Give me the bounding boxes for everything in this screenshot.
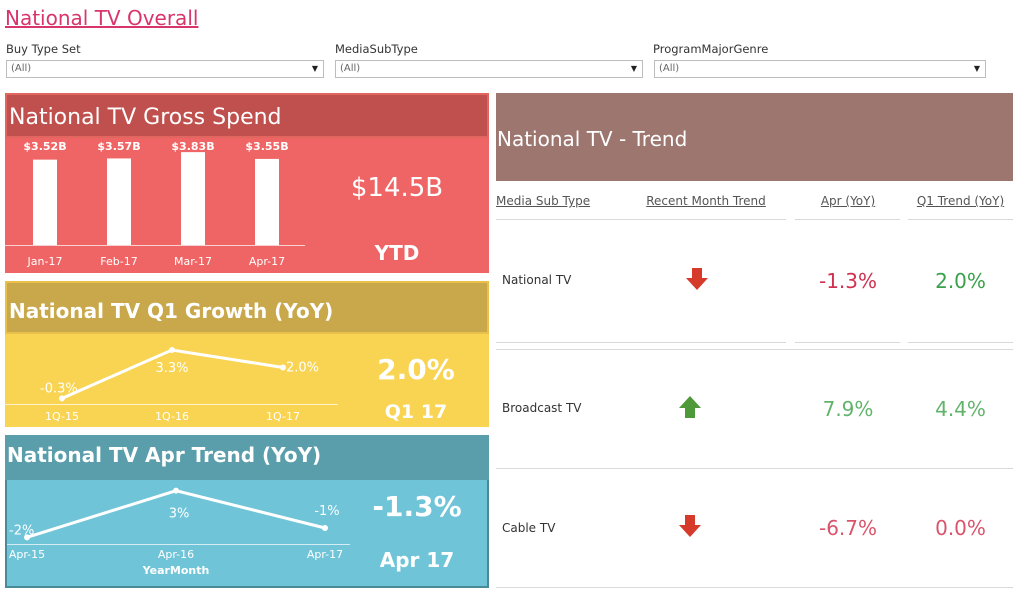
filter-mediasubtype-label: MediaSubType bbox=[335, 42, 418, 56]
gross-spend-bar-chart: $3.52B Jan-17 $3.57B Feb-17 $3.83B Mar-17 $3.5… bbox=[5, 140, 305, 268]
point-data-label: 3% bbox=[169, 507, 190, 522]
row-q1-value: 4.4% bbox=[935, 397, 986, 421]
apr-trend-line-chart: -2% Apr-15 3% Apr-16 -1% Apr-17 YearMonth bbox=[7, 487, 350, 577]
q1-growth-value: 2.0% bbox=[377, 353, 455, 386]
gross-spend-header: National TV Gross Spend bbox=[5, 93, 489, 138]
apr-trend-panel: National TV Apr Trend (YoY) -2% Apr-15 3% A… bbox=[5, 435, 489, 588]
row-media-type: National TV bbox=[502, 273, 572, 287]
q1-growth-line-chart: -0.3% 1Q-15 3.3% 1Q-16 2.0% 1Q-17 bbox=[5, 347, 338, 423]
x-tick-label: Apr-16 bbox=[158, 548, 194, 561]
data-point bbox=[322, 525, 328, 531]
divider bbox=[496, 342, 786, 343]
row-media-type: Broadcast TV bbox=[502, 401, 582, 415]
point-data-label: -2% bbox=[9, 523, 34, 538]
data-point bbox=[169, 347, 175, 354]
column-q1-trend-yoy[interactable]: Q1 Trend (YoY) bbox=[908, 194, 1013, 208]
table-row[interactable]: Broadcast TV 7.9% 4.4% bbox=[496, 350, 1013, 468]
bar bbox=[181, 152, 205, 245]
bar-data-label: $3.55B bbox=[245, 140, 288, 153]
bar bbox=[33, 159, 57, 245]
row-apr-value: -6.7% bbox=[818, 516, 878, 540]
divider bbox=[496, 587, 1013, 588]
q1-growth-value-label: Q1 17 bbox=[384, 401, 448, 423]
table-row[interactable]: National TV -1.3% 2.0% bbox=[496, 222, 1013, 342]
apr-trend-title: National TV Apr Trend (YoY) bbox=[7, 443, 322, 467]
filter-programmajorgenre-select[interactable]: (All) ▼ bbox=[654, 60, 986, 78]
apr-trend-header: National TV Apr Trend (YoY) bbox=[5, 435, 489, 480]
divider bbox=[908, 219, 1013, 220]
filter-buy-type-value: (All) bbox=[11, 63, 32, 74]
table-row[interactable]: Cable TV -6.7% 0.0% bbox=[496, 469, 1013, 587]
x-tick-label: 1Q-15 bbox=[45, 410, 79, 423]
bar-data-label: $3.83B bbox=[171, 140, 214, 153]
filter-buy-type-label: Buy Type Set bbox=[6, 42, 81, 56]
chevron-down-icon: ▼ bbox=[630, 64, 637, 73]
point-data-label: 2.0% bbox=[286, 360, 319, 375]
apr-trend-value-label: Apr 17 bbox=[379, 548, 455, 572]
arrow-down-icon bbox=[679, 515, 701, 537]
page-title[interactable]: National TV Overall bbox=[5, 6, 198, 30]
arrow-down-icon bbox=[686, 268, 708, 290]
x-tick-label: 1Q-16 bbox=[155, 410, 189, 423]
gross-spend-panel: National TV Gross Spend $3.52B Jan-17 $3.5… bbox=[5, 93, 489, 273]
x-axis-title: YearMonth bbox=[142, 564, 210, 577]
x-tick-label: Mar-17 bbox=[174, 255, 212, 268]
filter-programmajorgenre-label: ProgramMajorGenre bbox=[653, 42, 769, 56]
bar-data-label: $3.57B bbox=[97, 140, 140, 153]
bar-data-label: $3.52B bbox=[23, 140, 66, 153]
divider bbox=[496, 219, 786, 220]
point-data-label: -0.3% bbox=[40, 381, 78, 396]
trend-header: National TV - Trend bbox=[496, 93, 1013, 181]
column-apr-yoy[interactable]: Apr (YoY) bbox=[796, 194, 900, 208]
arrow-up-icon bbox=[679, 396, 701, 418]
filter-buy-type-select[interactable]: (All) ▼ bbox=[6, 60, 324, 78]
apr-trend-value: -1.3% bbox=[372, 490, 462, 523]
divider bbox=[908, 342, 1013, 343]
q1-growth-header: National TV Q1 Growth (YoY) bbox=[5, 281, 489, 334]
q1-growth-panel: National TV Q1 Growth (YoY) -0.3% 1Q-15 3.… bbox=[5, 281, 489, 427]
trend-title: National TV - Trend bbox=[497, 127, 688, 151]
bar bbox=[107, 158, 131, 245]
divider bbox=[795, 342, 900, 343]
filter-mediasubtype-value: (All) bbox=[340, 63, 361, 74]
divider bbox=[795, 219, 900, 220]
gross-spend-total-label: YTD bbox=[374, 241, 420, 265]
x-tick-label: Jan-17 bbox=[27, 255, 63, 268]
column-recent-month-trend[interactable]: Recent Month Trend bbox=[630, 194, 782, 208]
x-tick-label: Apr-17 bbox=[249, 255, 285, 268]
filter-mediasubtype-select[interactable]: (All) ▼ bbox=[335, 60, 643, 78]
column-media-sub-type[interactable]: Media Sub Type bbox=[496, 194, 596, 208]
row-apr-value: -1.3% bbox=[818, 269, 878, 293]
point-data-label: -1% bbox=[314, 504, 339, 519]
x-tick-label: Feb-17 bbox=[100, 255, 137, 268]
row-q1-value: 0.0% bbox=[935, 516, 986, 540]
row-apr-value: 7.9% bbox=[822, 397, 874, 421]
gross-spend-title: National TV Gross Spend bbox=[9, 105, 282, 130]
data-point bbox=[173, 487, 179, 494]
filter-programmajorgenre-value: (All) bbox=[659, 63, 680, 74]
chevron-down-icon: ▼ bbox=[311, 64, 318, 73]
row-q1-value: 2.0% bbox=[935, 269, 986, 293]
chevron-down-icon: ▼ bbox=[973, 64, 980, 73]
x-tick-label: Apr-15 bbox=[9, 548, 45, 561]
x-tick-label: 1Q-17 bbox=[266, 410, 300, 423]
bar bbox=[255, 158, 279, 245]
gross-spend-total: $14.5B bbox=[350, 173, 444, 203]
q1-growth-title: National TV Q1 Growth (YoY) bbox=[9, 299, 334, 323]
x-tick-label: Apr-17 bbox=[307, 548, 343, 561]
point-data-label: 3.3% bbox=[155, 361, 188, 376]
row-media-type: Cable TV bbox=[502, 521, 556, 535]
